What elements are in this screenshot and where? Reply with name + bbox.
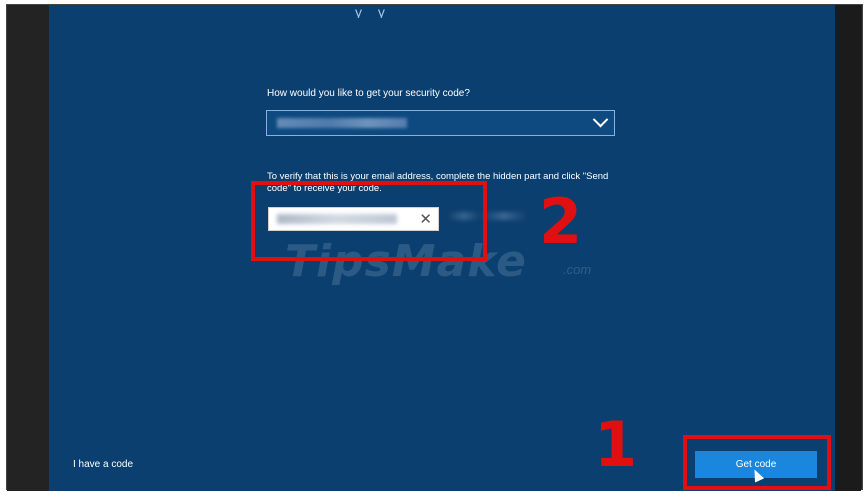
annotation-box-step-2 xyxy=(251,181,487,261)
annotation-number-2: 2 xyxy=(539,185,583,258)
security-code-question: How would you like to get your security … xyxy=(267,88,470,99)
page-title-fragment: y y xyxy=(355,4,391,18)
select-value-blurred xyxy=(277,118,407,128)
i-have-a-code-link[interactable]: I have a code xyxy=(73,459,133,470)
left-border xyxy=(7,5,49,491)
chevron-down-icon xyxy=(592,111,609,128)
watermark-suffix: .com xyxy=(563,262,592,277)
code-method-select[interactable] xyxy=(266,110,615,136)
right-border xyxy=(835,5,861,491)
annotation-number-1: 1 xyxy=(594,408,638,481)
